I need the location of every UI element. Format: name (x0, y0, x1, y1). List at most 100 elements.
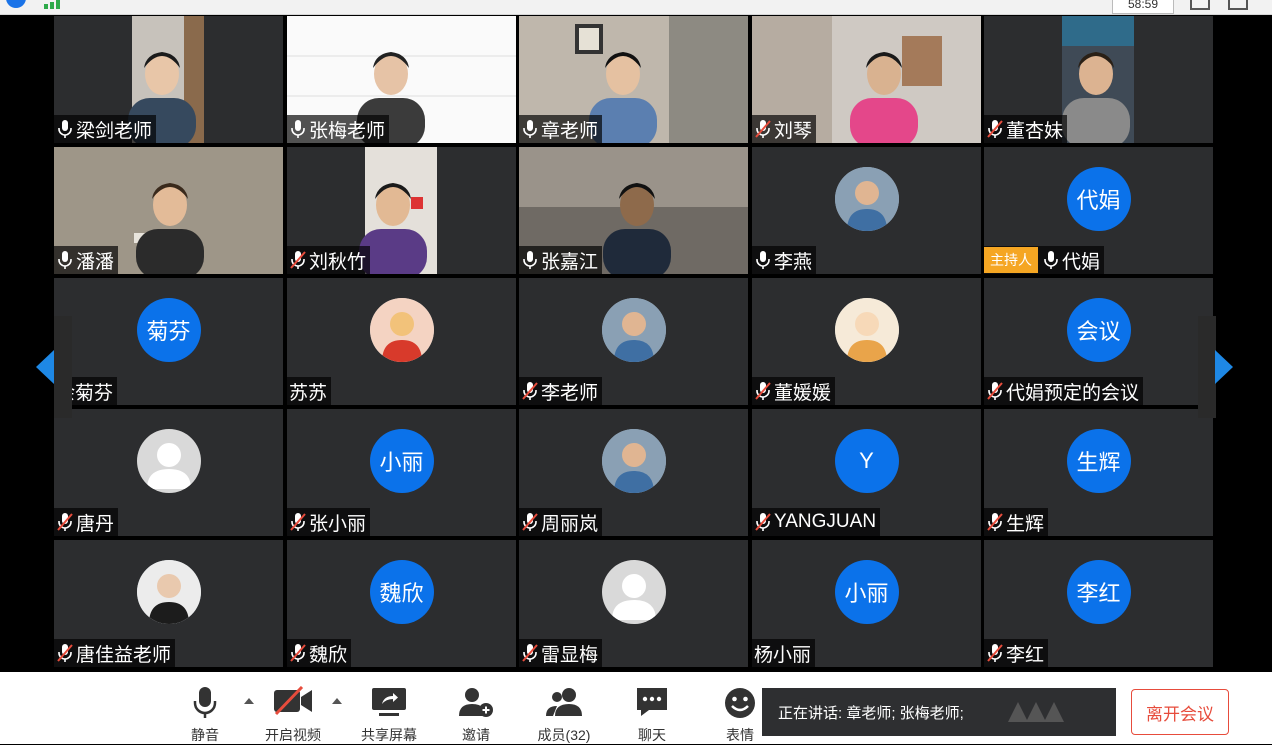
participant-tile[interactable]: 小丽 张小丽 (287, 409, 516, 536)
participant-tile[interactable]: 梁剑老师 (54, 16, 283, 143)
participant-label: 张梅老师 (287, 115, 390, 143)
participant-tile[interactable]: 代娟 主持人 代娟 (984, 147, 1213, 274)
participant-label: 李红 (984, 639, 1049, 667)
participant-label: 苏苏 (287, 377, 332, 405)
avatar-photo (601, 298, 666, 362)
participant-tile[interactable]: 生辉 生辉 (984, 409, 1213, 536)
participant-name: 刘琴 (774, 120, 813, 142)
participant-tile[interactable]: Y YANGJUAN (752, 409, 981, 536)
chat-label: 聊天 (638, 727, 666, 743)
participant-label: 唐佳益老师 (54, 639, 176, 667)
participant-tile[interactable]: 魏欣 魏欣 (287, 540, 516, 667)
invite-user-icon (459, 688, 493, 717)
participant-label: 魏欣 (287, 639, 352, 667)
participant-name: 唐丹 (76, 513, 115, 535)
microphone-icon (193, 687, 217, 718)
mic-icon (754, 250, 772, 270)
mute-options-caret-icon[interactable] (244, 698, 254, 704)
participant-tile[interactable]: 唐丹 (54, 409, 283, 536)
participant-label: YANGJUAN (752, 508, 881, 536)
mic-muted-icon (986, 119, 1004, 139)
emoji-label: 表情 (726, 727, 754, 743)
members-button[interactable]: 成员(32) (530, 672, 598, 744)
start-video-button[interactable]: 开启视频 (258, 672, 328, 744)
participant-tile[interactable]: 张嘉江 (519, 147, 748, 274)
mic-muted-icon (521, 512, 539, 532)
avatar: 生辉 (1066, 429, 1131, 493)
participant-label: 李老师 (519, 377, 603, 405)
avatar: 小丽 (834, 560, 899, 624)
participant-label: 章老师 (519, 115, 603, 143)
participant-tile[interactable]: 周丽岚 (519, 409, 748, 536)
participant-tile[interactable]: 唐佳益老师 (54, 540, 283, 667)
participant-tile[interactable]: 刘琴 (752, 16, 981, 143)
mic-muted-icon (521, 381, 539, 401)
mic-muted-icon (289, 250, 307, 270)
gallery-view-icon[interactable] (1190, 0, 1210, 10)
participant-tile[interactable]: 章老师 (519, 16, 748, 143)
top-strip: 58:59 (0, 0, 1272, 15)
participant-tile[interactable]: 潘潘 (54, 147, 283, 274)
participant-name: 梁剑老师 (76, 120, 153, 142)
emoji-button[interactable]: 表情 (712, 672, 768, 744)
participant-tile[interactable]: 小丽 杨小丽 (752, 540, 981, 667)
mic-muted-icon (521, 643, 539, 663)
participant-label: 梁剑老师 (54, 115, 157, 143)
video-grid: 梁剑老师 张梅老师 章老师 刘琴 董杏妹潘潘 刘秋竹 张嘉江 李燕 代娟 主持人 代娟菊芬 余菊芬 苏苏… (54, 16, 1216, 668)
meeting-timer: 58:59 (1112, 0, 1174, 14)
page-next-area (1198, 316, 1216, 418)
participant-label: 董杏妹 (984, 115, 1068, 143)
signal-icon[interactable] (44, 0, 66, 9)
participant-name: 刘秋竹 (309, 251, 367, 273)
mic-muted-icon (289, 643, 307, 663)
participant-label: 唐丹 (54, 508, 119, 536)
chat-button[interactable]: 聊天 (624, 672, 680, 744)
fullscreen-icon[interactable] (1228, 0, 1248, 10)
participant-tile[interactable]: 董媛媛 (752, 278, 981, 405)
avatar: 会议 (1066, 298, 1131, 362)
participant-tile[interactable]: 雷显梅 (519, 540, 748, 667)
participant-tile[interactable]: 李老师 (519, 278, 748, 405)
info-icon[interactable] (6, 0, 26, 8)
participant-name: 张小丽 (309, 513, 367, 535)
participant-name: 李红 (1006, 644, 1045, 666)
participant-tile[interactable]: 会议代娟预定的会议 (984, 278, 1213, 405)
invite-button[interactable]: 邀请 (446, 672, 506, 744)
avatar-photo (136, 560, 201, 624)
mute-button[interactable]: 静音 (176, 672, 234, 744)
prev-page-arrow-icon[interactable] (36, 350, 54, 384)
participant-name: 唐佳益老师 (76, 644, 172, 666)
participant-tile[interactable]: 苏苏 (287, 278, 516, 405)
participant-name: 雷显梅 (541, 644, 599, 666)
participant-tile[interactable]: 张梅老师 (287, 16, 516, 143)
mic-icon (521, 119, 539, 139)
mic-muted-icon (986, 381, 1004, 401)
mic-icon (289, 119, 307, 139)
participant-name: 杨小丽 (754, 644, 812, 666)
page-prev-area (54, 316, 72, 418)
participant-name: 张嘉江 (541, 251, 599, 273)
participant-label: 刘秋竹 (287, 246, 371, 274)
next-page-arrow-icon[interactable] (1215, 350, 1233, 384)
participant-label: 雷显梅 (519, 639, 603, 667)
mic-icon (56, 119, 74, 139)
participant-label: 生辉 (984, 508, 1049, 536)
avatar-photo (601, 429, 666, 493)
participant-tile[interactable]: 刘秋竹 (287, 147, 516, 274)
share-screen-button[interactable]: 共享屏幕 (354, 672, 424, 744)
share-screen-label: 共享屏幕 (361, 727, 417, 743)
participant-label: 董媛媛 (752, 377, 836, 405)
participant-label: 杨小丽 (752, 639, 816, 667)
mic-icon (1042, 250, 1060, 270)
leave-meeting-button[interactable]: 离开会议 (1131, 689, 1229, 735)
participant-tile[interactable]: 菊芬 余菊芬 (54, 278, 283, 405)
participant-name: 代娟预定的会议 (1006, 382, 1140, 404)
active-speaker-text: 正在讲话: 章老师; 张梅老师; (778, 704, 964, 722)
participant-tile[interactable]: 李红 李红 (984, 540, 1213, 667)
participant-tile[interactable]: 董杏妹 (984, 16, 1213, 143)
mic-icon (56, 250, 74, 270)
video-options-caret-icon[interactable] (332, 698, 342, 704)
participant-label: 潘潘 (54, 246, 119, 274)
participant-tile[interactable]: 李燕 (752, 147, 981, 274)
avatar-photo (369, 298, 434, 362)
